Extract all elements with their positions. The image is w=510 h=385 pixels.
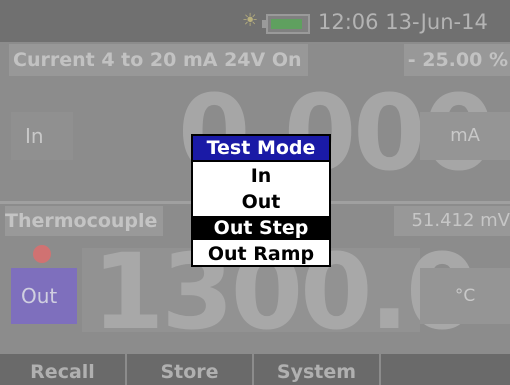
softkey-4[interactable]: [381, 354, 510, 385]
menu-item-in[interactable]: In: [193, 164, 329, 188]
lower-unit-button[interactable]: °C: [420, 268, 510, 324]
softkey-bar: Recall Store System: [0, 354, 510, 385]
calibrator-screen: ☀ 12:06 13-Jun-14 Current 4 to 20 mA 24V…: [0, 0, 510, 385]
softkey-system[interactable]: System: [254, 354, 381, 385]
menu-item-out-ramp[interactable]: Out Ramp: [193, 242, 329, 266]
menu-item-out-step[interactable]: Out Step: [193, 216, 329, 240]
battery-terminal: [262, 20, 266, 28]
time-text: 12:06: [318, 10, 379, 34]
menu-item-out[interactable]: Out: [193, 190, 329, 214]
upper-mode-button[interactable]: In: [11, 112, 73, 160]
softkey-store[interactable]: Store: [127, 354, 254, 385]
status-bar: ☀ 12:06 13-Jun-14: [0, 0, 510, 42]
output-indicator-dot: [33, 245, 51, 263]
battery-icon: [262, 14, 310, 34]
sun-icon: ☀: [242, 10, 259, 31]
date-text: 13-Jun-14: [385, 10, 488, 34]
test-mode-menu: Test Mode In Out Out Step Out Ramp: [191, 134, 331, 267]
test-mode-menu-title: Test Mode: [193, 136, 329, 162]
clock: 12:06 13-Jun-14: [318, 8, 488, 36]
upper-unit-button[interactable]: mA: [420, 112, 510, 160]
lower-mode-button[interactable]: Out: [11, 268, 77, 324]
softkey-recall[interactable]: Recall: [0, 354, 127, 385]
battery-level: [271, 19, 302, 29]
